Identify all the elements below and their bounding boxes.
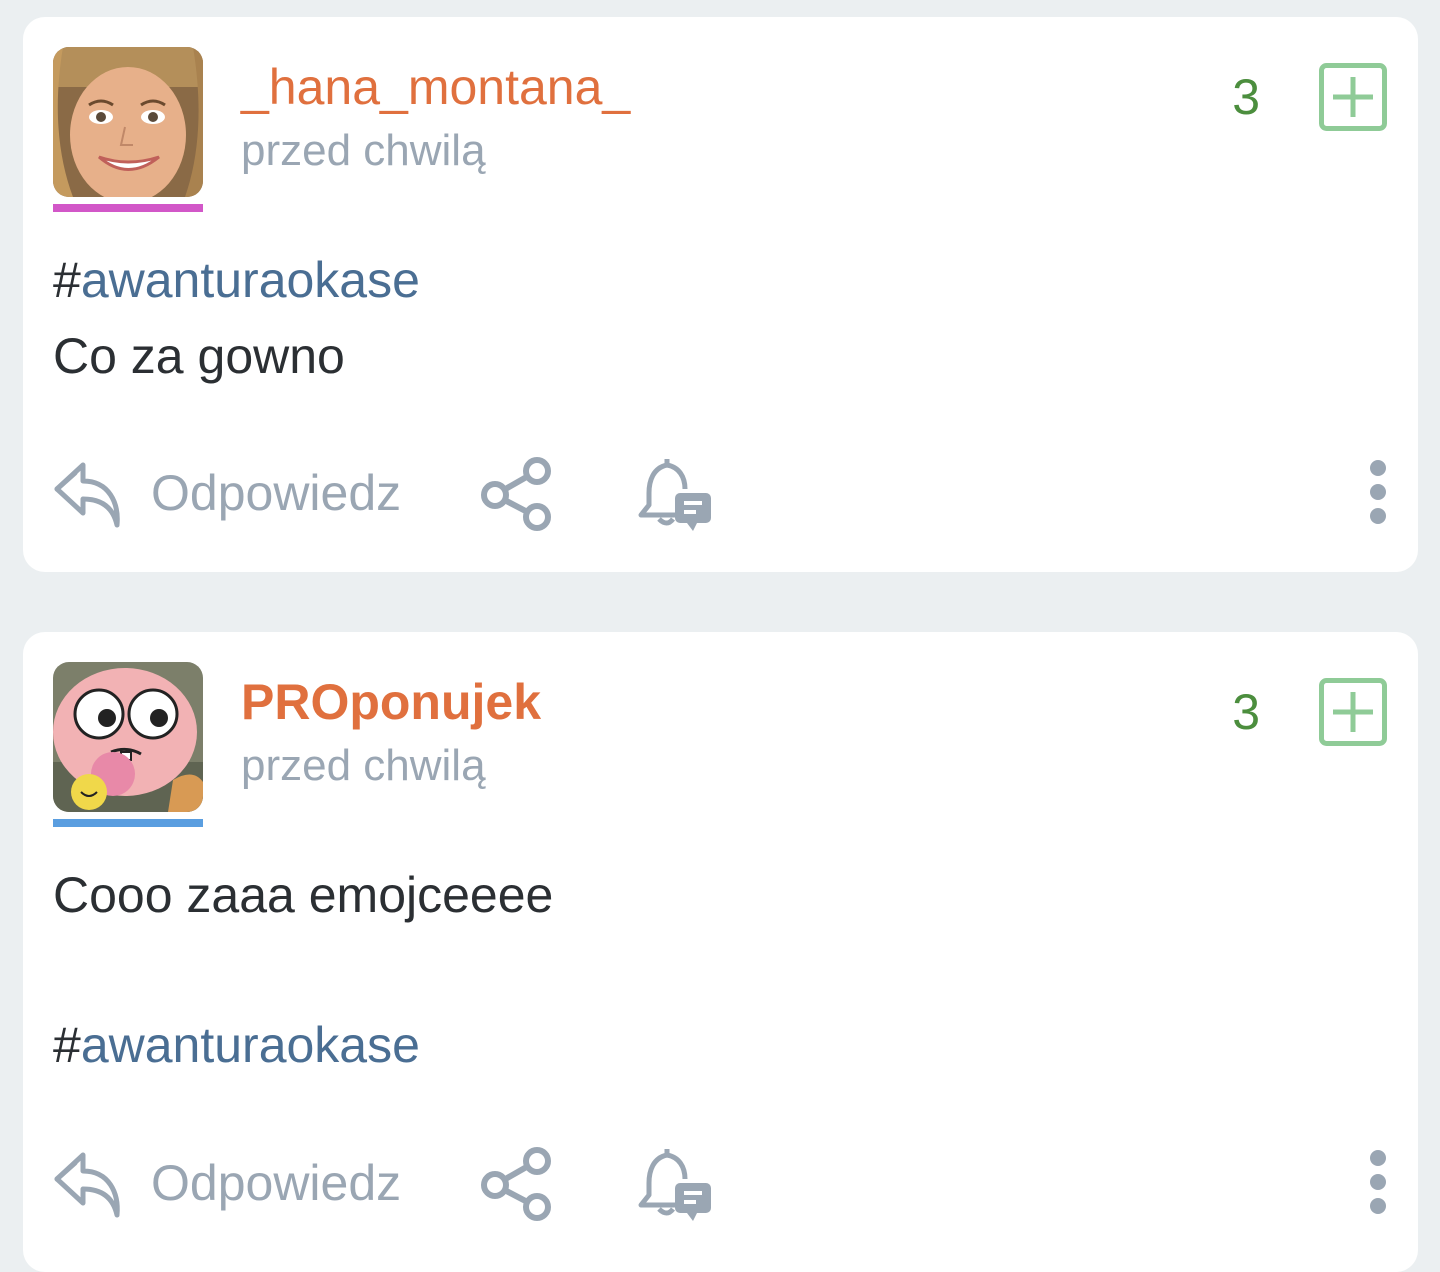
tag-line[interactable]: #awanturaokase	[53, 1012, 1388, 1088]
share-icon[interactable]	[477, 1145, 557, 1225]
tag-link[interactable]: awanturaokase	[81, 252, 420, 308]
avatar-rank-bar	[53, 204, 203, 212]
vote-count: 3	[1232, 69, 1260, 125]
avatar[interactable]	[53, 47, 203, 197]
tag-link[interactable]: awanturaokase	[81, 1017, 420, 1073]
username[interactable]: _hana_montana_	[241, 57, 630, 117]
plus-square-icon	[1319, 678, 1387, 746]
timestamp: przed chwilą	[241, 741, 486, 790]
reply-button[interactable]: Odpowiedz	[151, 463, 401, 523]
reply-button[interactable]: Odpowiedz	[151, 1153, 401, 1213]
timestamp: przed chwilą	[241, 126, 486, 175]
bell-notification-icon[interactable]	[635, 453, 715, 533]
upvote-button[interactable]	[1319, 63, 1387, 131]
plus-square-icon	[1319, 63, 1387, 131]
post-content: #awanturaokase Co za gowno	[53, 247, 1388, 399]
reply-arrow-icon[interactable]	[53, 459, 123, 531]
tag-hash: #	[53, 1017, 81, 1073]
share-icon[interactable]	[477, 455, 557, 535]
post-actions: Odpowiedz	[53, 1145, 1388, 1225]
post-content: Cooo zaaa emojceeee #awanturaokase	[53, 862, 1388, 1088]
post-card: _hana_montana_ przed chwilą 3 #awanturao…	[23, 17, 1418, 572]
post-card: PROponujek przed chwilą 3 Cooo zaaa emoj…	[23, 632, 1418, 1272]
tag-line[interactable]: #awanturaokase	[53, 247, 1388, 323]
post-text: Cooo zaaa emojceeee	[53, 867, 554, 923]
post-text: Co za gowno	[53, 328, 345, 384]
username[interactable]: PROponujek	[241, 672, 541, 732]
avatar-rank-bar	[53, 819, 203, 827]
reply-arrow-icon[interactable]	[53, 1149, 123, 1221]
bell-notification-icon[interactable]	[635, 1143, 715, 1223]
post-actions: Odpowiedz	[53, 455, 1388, 535]
tag-hash: #	[53, 252, 81, 308]
vote-count: 3	[1232, 684, 1260, 740]
more-vertical-icon[interactable]	[1368, 459, 1388, 525]
more-vertical-icon[interactable]	[1368, 1149, 1388, 1215]
avatar[interactable]	[53, 662, 203, 812]
upvote-button[interactable]	[1319, 678, 1387, 746]
